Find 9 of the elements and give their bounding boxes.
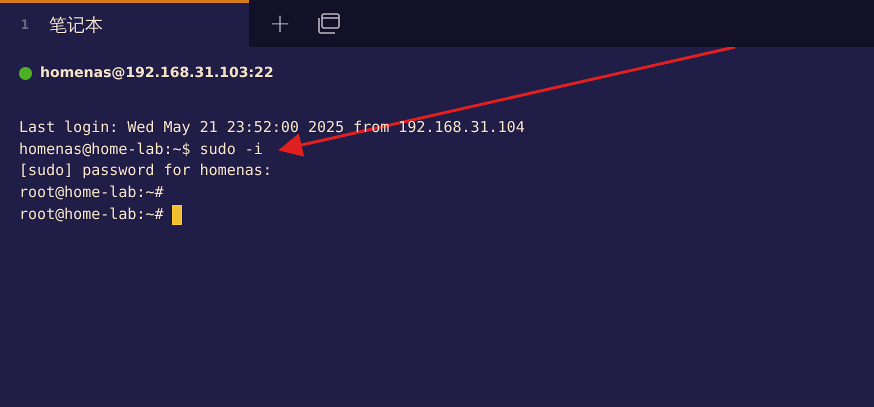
tab[interactable]: 1 笔记本 bbox=[0, 0, 249, 47]
tab-label: 笔记本 bbox=[48, 14, 103, 37]
terminal-line: homenas@home-lab:~$ sudo -i bbox=[19, 138, 263, 160]
terminal-line: [sudo] password for homenas: bbox=[19, 160, 272, 182]
tab-index: 1 bbox=[21, 18, 29, 32]
connection-host: homenas@192.168.31.103:22 bbox=[40, 65, 274, 81]
terminal-line: root@home-lab:~# bbox=[19, 182, 164, 204]
new-tab-button[interactable]: + bbox=[269, 0, 291, 47]
terminal-line: root@home-lab:~# bbox=[19, 204, 164, 225]
